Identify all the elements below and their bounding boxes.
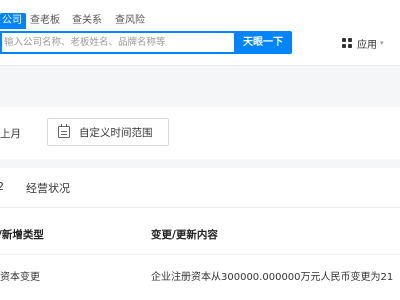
date-range-label: 自定义时间范围 xyxy=(79,127,153,139)
tab-risk[interactable]: 查风险 xyxy=(115,14,145,28)
table-cell-content: 企业注册资本从300000.000000万元人民币变更为21 xyxy=(151,272,394,283)
tab-company[interactable]: 公司 xyxy=(0,13,26,29)
header-row-divider xyxy=(0,254,400,255)
calendar-icon xyxy=(58,124,70,138)
apps-grid-icon xyxy=(342,38,352,48)
table-cell-type: 资本变更 xyxy=(0,272,40,283)
filter-last-month[interactable]: 上月 xyxy=(0,126,21,141)
custom-date-range-button[interactable]: 自定义时间范围 xyxy=(47,118,169,146)
search-input[interactable] xyxy=(2,33,234,52)
search-button[interactable]: 天眼一下 xyxy=(234,31,292,54)
tab-boss[interactable]: 查老板 xyxy=(30,14,60,28)
top-header: 公司 查老板 查关系 查风险 天眼一下 应用 ▾ xyxy=(0,0,400,66)
search-box xyxy=(0,31,234,54)
column-header-change-content: 变更/更新内容 xyxy=(151,229,218,241)
tab-relation[interactable]: 查关系 xyxy=(72,14,102,28)
chevron-down-icon: ▾ xyxy=(380,39,384,47)
section-tab-partial[interactable]: 2 xyxy=(0,180,4,193)
section-divider xyxy=(0,207,400,208)
section-tab-operations[interactable]: 经营状况 xyxy=(26,180,70,196)
apps-menu[interactable]: 应用 ▾ xyxy=(342,36,384,51)
column-header-change-type: /新增类型 xyxy=(0,229,44,241)
content-panel: 2 经营状况 /新增类型 变更/更新内容 资本变更 企业注册资本从300000.… xyxy=(0,168,400,300)
apps-label: 应用 xyxy=(357,39,377,51)
